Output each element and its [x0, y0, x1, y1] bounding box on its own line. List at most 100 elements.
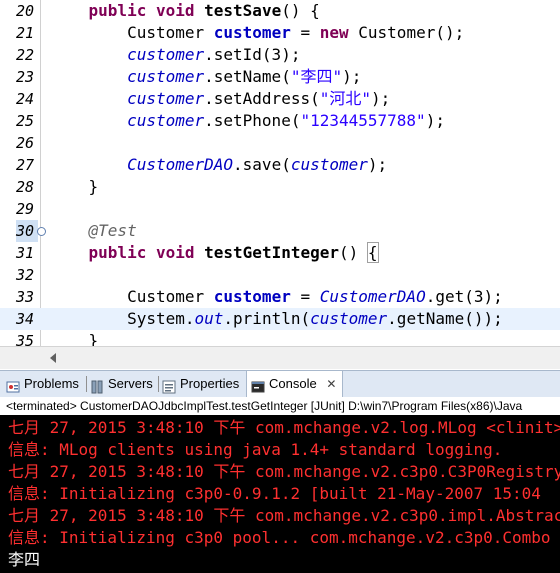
- line-number: 29: [16, 200, 35, 218]
- code-text: customer.setName("李四");: [50, 66, 361, 88]
- tab-servers-label: Servers: [108, 376, 153, 391]
- code-token: new: [319, 23, 349, 42]
- line-number: 26: [16, 134, 35, 152]
- line-number: 24: [16, 90, 35, 108]
- code-line[interactable]: 24 customer.setAddress("河北");: [0, 88, 560, 110]
- code-token: (): [339, 243, 368, 262]
- code-token: @Test: [88, 221, 137, 240]
- line-number: 30: [16, 220, 38, 242]
- code-token: public: [88, 1, 147, 20]
- close-icon[interactable]: ✕: [326, 377, 336, 391]
- code-token: out: [194, 309, 224, 328]
- code-token: .setAddress(: [204, 89, 320, 108]
- code-line[interactable]: 29: [0, 198, 560, 220]
- code-text: System.out.println(customer.getName());: [50, 308, 503, 330]
- line-number: 32: [16, 266, 35, 284]
- view-tab-bar: Problems Servers Properties Console ✕: [0, 370, 560, 398]
- line-number: 22: [16, 46, 35, 64]
- code-line[interactable]: 28 }: [0, 176, 560, 198]
- code-token: =: [290, 287, 320, 306]
- code-token: .setPhone(: [204, 111, 301, 130]
- code-token: Customer: [127, 23, 214, 42]
- code-token: testSave: [204, 1, 282, 20]
- code-line[interactable]: 31 public void testGetInteger() {: [0, 242, 560, 264]
- code-text: }: [50, 330, 99, 346]
- code-line[interactable]: 33 Customer customer = CustomerDAO.get(3…: [0, 286, 560, 308]
- code-token: testGetInteger: [204, 243, 339, 262]
- code-line[interactable]: 20 public void testSave() {: [0, 0, 560, 22]
- code-token: .println(: [223, 309, 311, 328]
- code-line[interactable]: 26: [0, 132, 560, 154]
- code-token: customer: [127, 111, 205, 130]
- code-text: CustomerDAO.save(customer);: [50, 154, 387, 176]
- code-token: () {: [281, 1, 320, 20]
- code-token: );: [342, 67, 362, 86]
- code-token: customer: [213, 287, 291, 306]
- tab-problems[interactable]: Problems: [6, 371, 79, 397]
- code-line[interactable]: 23 customer.setName("李四");: [0, 66, 560, 88]
- code-token: .save(: [233, 155, 291, 174]
- code-token: System.: [127, 309, 195, 328]
- code-token: customer: [127, 67, 205, 86]
- console-icon: [251, 377, 265, 393]
- console-line: 信息: Initializing c3p0 pool... com.mchang…: [8, 528, 551, 547]
- editor-horizontal-scrollbar[interactable]: [0, 346, 560, 369]
- line-number: 31: [16, 244, 35, 262]
- properties-icon: [162, 377, 176, 394]
- tab-problems-label: Problems: [24, 376, 79, 391]
- code-token: );: [425, 111, 445, 130]
- code-text: @Test: [50, 220, 137, 242]
- code-token: }: [88, 177, 99, 196]
- tab-separator: [158, 376, 159, 392]
- line-number: 21: [16, 24, 35, 42]
- code-editor[interactable]: 20 public void testSave() {21 Customer c…: [0, 0, 560, 346]
- code-line[interactable]: 25 customer.setPhone("12344557788");: [0, 110, 560, 132]
- code-text: public void testGetInteger() {: [50, 242, 379, 264]
- line-number: 35: [16, 332, 35, 346]
- line-number: 20: [16, 2, 35, 20]
- code-token: "李四": [290, 67, 343, 86]
- line-number: 34: [16, 310, 35, 328]
- code-token: customer: [290, 155, 368, 174]
- code-line[interactable]: 32: [0, 264, 560, 286]
- console-output[interactable]: 七月 27, 2015 3:48:10 下午 com.mchange.v2.lo…: [0, 415, 560, 573]
- code-token: Customer();: [348, 23, 465, 42]
- code-token: CustomerDAO: [319, 287, 426, 306]
- line-number: 33: [16, 288, 35, 306]
- line-number: 28: [16, 178, 35, 196]
- code-token: .setName(: [204, 67, 291, 86]
- code-line[interactable]: 34 System.out.println(customer.getName()…: [0, 308, 560, 330]
- code-line[interactable]: 27 CustomerDAO.save(customer);: [0, 154, 560, 176]
- line-number: 25: [16, 112, 35, 130]
- code-token: Customer: [127, 287, 214, 306]
- console-line: 信息: Initializing c3p0-0.9.1.2 [built 21-…: [8, 484, 541, 503]
- code-token: customer: [127, 89, 205, 108]
- breakpoint-marker-icon[interactable]: [37, 227, 46, 236]
- code-line[interactable]: 22 customer.setId(3);: [0, 44, 560, 66]
- console-line: 七月 27, 2015 3:48:10 下午 com.mchange.v2.c3…: [8, 462, 560, 481]
- tab-properties[interactable]: Properties: [162, 371, 239, 397]
- code-line[interactable]: 30 @Test: [0, 220, 560, 242]
- tab-properties-label: Properties: [180, 376, 240, 391]
- tab-servers[interactable]: Servers: [90, 371, 153, 397]
- code-token: customer: [310, 309, 388, 328]
- scroll-left-arrow-icon[interactable]: [50, 353, 56, 363]
- code-line[interactable]: 35 }: [0, 330, 560, 346]
- code-token: customer: [127, 45, 205, 64]
- code-line[interactable]: 21 Customer customer = new Customer();: [0, 22, 560, 44]
- code-token: );: [367, 155, 388, 174]
- tab-console[interactable]: Console ✕: [246, 371, 344, 397]
